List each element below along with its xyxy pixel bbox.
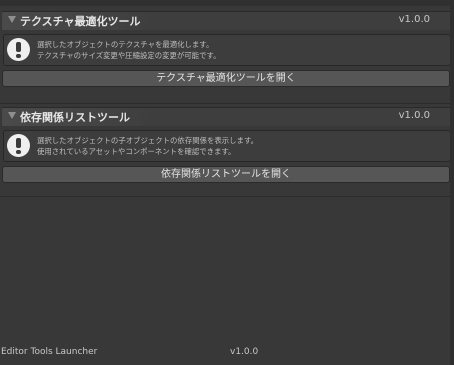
exclamation-dot	[16, 54, 21, 58]
help-line-2: 使用されているアセットやコンポーネントを確認できます。	[37, 147, 236, 156]
open-texture-optimizer-button[interactable]: テクスチャ最適化ツールを開く	[2, 70, 450, 87]
help-box: 選択したオブジェクトのテクスチャを最適化します。 テクスチャのサイズ変更や圧縮設…	[3, 34, 451, 66]
section-header[interactable]: テクスチャ最適化ツール v1.0.0	[2, 11, 450, 30]
open-dependency-list-button[interactable]: 依存関係リストツールを開く	[2, 166, 450, 183]
section-version: v1.0.0	[398, 14, 430, 25]
window-top-bar	[0, 0, 454, 6]
foldout-triangle-down-icon[interactable]	[8, 16, 16, 23]
exclamation-dot	[16, 150, 21, 154]
exclamation-bar	[16, 42, 21, 52]
help-text: 選択したオブジェクトの子オブジェクトの依存関係を表示します。 使用されているアセ…	[37, 135, 258, 157]
footer-app-name: Editor Tools Launcher	[1, 347, 98, 357]
help-line-1: 選択したオブジェクトのテクスチャを最適化します。	[37, 40, 214, 49]
section-header[interactable]: 依存関係リストツール v1.0.0	[2, 107, 450, 126]
window-right-edge	[450, 0, 454, 365]
section-version: v1.0.0	[398, 110, 430, 121]
section-title: テクスチャ最適化ツール	[20, 15, 141, 28]
section-title: 依存関係リストツール	[20, 111, 130, 124]
exclamation-info-icon	[7, 38, 30, 61]
help-text: 選択したオブジェクトのテクスチャを最適化します。 テクスチャのサイズ変更や圧縮設…	[37, 39, 221, 61]
foldout-triangle-down-icon[interactable]	[8, 112, 16, 119]
footer-version: v1.0.0	[230, 347, 259, 357]
help-line-1: 選択したオブジェクトの子オブジェクトの依存関係を表示します。	[37, 136, 258, 145]
exclamation-bar	[16, 138, 21, 148]
exclamation-info-icon	[7, 134, 30, 157]
help-line-2: テクスチャのサイズ変更や圧縮設定の変更が可能です。	[37, 51, 221, 60]
help-box: 選択したオブジェクトの子オブジェクトの依存関係を表示します。 使用されているアセ…	[3, 130, 451, 162]
section-divider	[0, 196, 454, 197]
section-divider	[0, 103, 454, 104]
